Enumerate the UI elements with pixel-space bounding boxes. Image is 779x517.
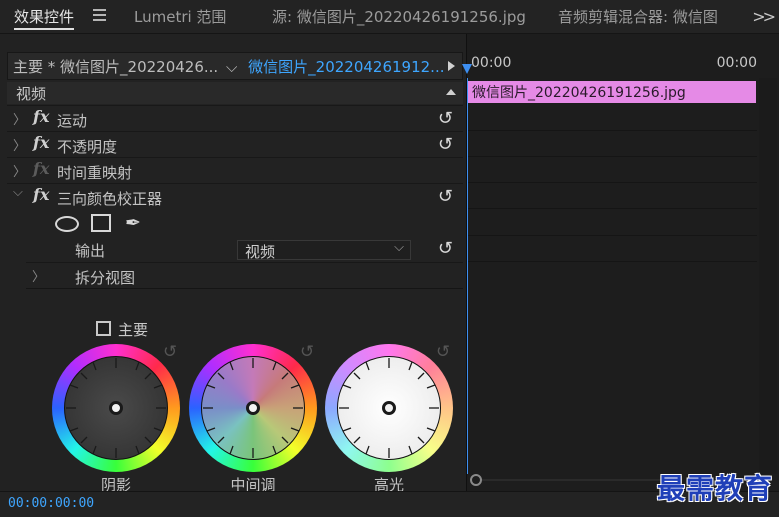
reset-icon[interactable]: ↺ xyxy=(438,108,453,129)
tab-audio-clip-mixer[interactable]: 音频剪辑混合器: 微信图 xyxy=(558,0,744,34)
master-label: 主要 xyxy=(118,321,149,339)
rectangle-mask-icon[interactable] xyxy=(91,214,111,232)
track-divider xyxy=(467,130,757,131)
tab-lumetri-scopes[interactable]: Lumetri 范围 xyxy=(134,0,226,34)
effect-label: 时间重映射 xyxy=(57,164,133,182)
effect-label: 运动 xyxy=(57,112,88,130)
master-clip-label[interactable]: 主要 * 微信图片_20220426... xyxy=(13,56,218,77)
chevron-right-icon[interactable]: 〉 xyxy=(13,135,26,154)
reset-icon[interactable]: ↺ xyxy=(438,134,453,155)
effect-row-motion[interactable]: 〉 fx 运动 ↺ xyxy=(7,105,463,132)
effect-row-opacity[interactable]: 〉 fx 不透明度 ↺ xyxy=(7,131,463,158)
chevron-right-icon[interactable]: 〉 xyxy=(13,109,26,128)
shadows-color-wheel[interactable] xyxy=(52,344,180,472)
tab-source[interactable]: 源: 微信图片_20220426191256.jpg xyxy=(272,0,526,34)
zoom-handle[interactable] xyxy=(470,474,482,486)
more-tabs-icon[interactable]: >> xyxy=(752,0,776,34)
effect-row-three-way-color[interactable]: ⌵ fx 三向颜色校正器 ↺ xyxy=(7,183,463,210)
fx-toggle-icon[interactable]: fx xyxy=(33,107,49,126)
divider xyxy=(26,288,463,289)
timeline-clip[interactable]: 微信图片_20220426191256.jpg xyxy=(468,81,756,103)
playhead-line[interactable] xyxy=(467,78,468,474)
chevron-down-icon: ⌵ xyxy=(394,240,404,255)
reset-icon[interactable]: ↺ xyxy=(163,342,177,362)
reset-icon[interactable]: ↺ xyxy=(438,186,453,207)
collapse-up-icon[interactable] xyxy=(446,89,456,95)
reset-icon[interactable]: ↺ xyxy=(438,238,453,259)
timeline-clip-name: 微信图片_20220426191256.jpg xyxy=(472,85,686,101)
track-divider xyxy=(467,261,757,262)
reset-icon[interactable]: ↺ xyxy=(436,342,450,362)
track-divider xyxy=(467,208,757,209)
effect-controls-timeline: 00:00 00:00 微信图片_20220426191256.jpg xyxy=(462,34,779,491)
current-timecode[interactable]: 00:00:00:00 xyxy=(8,496,94,511)
panel-menu-icon[interactable] xyxy=(93,9,106,23)
output-select-value: 视频 xyxy=(245,243,276,261)
chevron-right-icon[interactable]: 〉 xyxy=(32,266,45,285)
video-section-header[interactable]: 视频 xyxy=(7,82,463,104)
vertical-scrollbar[interactable] xyxy=(759,78,777,474)
track-divider xyxy=(467,235,757,236)
effect-controls-panel: 主要 * 微信图片_20220426... ⌵ 微信图片_20220426191… xyxy=(0,34,466,491)
fx-toggle-icon: fx xyxy=(33,159,50,178)
ellipse-mask-icon[interactable] xyxy=(55,216,79,232)
output-row: 输出 视频 ⌵ ↺ xyxy=(7,236,463,263)
scroll-track xyxy=(482,479,682,481)
reset-icon[interactable]: ↺ xyxy=(300,342,314,362)
watermark-logo: 最需教育 xyxy=(656,472,773,505)
midtones-color-wheel[interactable] xyxy=(189,344,317,472)
pen-mask-icon[interactable]: ✒ xyxy=(125,212,141,234)
highlights-color-wheel[interactable] xyxy=(325,344,453,472)
split-view-row[interactable]: 〉 拆分视图 xyxy=(26,262,463,289)
video-section-label: 视频 xyxy=(16,85,47,103)
chevron-down-icon[interactable]: ⌵ xyxy=(13,185,23,200)
sequence-clip-dropdown[interactable]: ⌵ 微信图片_202204261912... xyxy=(226,56,444,77)
chevron-down-icon: ⌵ xyxy=(226,58,238,76)
wheel-center-handle[interactable] xyxy=(246,401,260,415)
clip-selector-bar: 主要 * 微信图片_20220426... ⌵ 微信图片_20220426191… xyxy=(7,52,463,80)
wheel-center-handle[interactable] xyxy=(109,401,123,415)
effect-label: 不透明度 xyxy=(57,138,118,156)
effect-label: 三向颜色校正器 xyxy=(57,190,163,208)
checkbox-box[interactable] xyxy=(96,321,111,336)
ruler-end-time: 00:00 xyxy=(716,55,757,71)
track-divider xyxy=(467,182,757,183)
fx-toggle-icon[interactable]: fx xyxy=(33,185,49,204)
fx-toggle-icon[interactable]: fx xyxy=(33,133,49,152)
split-view-label: 拆分视图 xyxy=(75,269,136,287)
track-divider xyxy=(467,156,757,157)
effect-row-time-remap[interactable]: 〉 fx 时间重映射 xyxy=(7,157,463,184)
midtones-label: 中间调 xyxy=(230,476,276,491)
sequence-clip-label: 微信图片_202204261912... xyxy=(248,58,445,76)
playhead-handle[interactable] xyxy=(462,64,472,74)
tab-effect-controls[interactable]: 效果控件 xyxy=(14,0,75,34)
output-select[interactable]: 视频 ⌵ xyxy=(237,240,411,261)
panel-tab-bar: 效果控件 Lumetri 范围 源: 微信图片_20220426191256.j… xyxy=(0,0,779,34)
output-label: 输出 xyxy=(75,242,106,260)
chevron-right-icon[interactable]: 〉 xyxy=(13,161,26,180)
ruler-start-time: 00:00 xyxy=(471,55,512,71)
highlights-label: 高光 xyxy=(373,476,404,491)
wheel-center-handle[interactable] xyxy=(382,401,396,415)
shadows-label: 阴影 xyxy=(100,476,131,491)
play-only-audio-icon[interactable] xyxy=(448,61,455,71)
time-ruler[interactable]: 00:00 00:00 xyxy=(462,52,757,78)
